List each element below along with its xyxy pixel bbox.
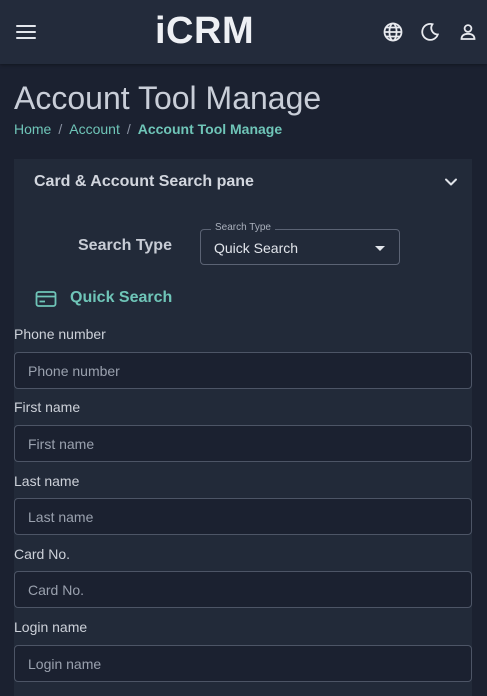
phone-number-label: Phone number: [14, 326, 106, 342]
search-type-select[interactable]: Search Type Quick Search: [200, 222, 400, 265]
breadcrumb: Home / Account / Account Tool Manage: [14, 121, 282, 137]
phone-number-input[interactable]: [14, 352, 472, 389]
breadcrumb-separator: /: [126, 121, 131, 137]
user-icon[interactable]: [456, 20, 480, 44]
quick-search-title: Quick Search: [70, 289, 173, 306]
search-type-label: Search Type: [78, 237, 172, 254]
menu-icon[interactable]: [12, 20, 40, 44]
search-panel-title: Card & Account Search pane: [34, 173, 254, 190]
card-no-input[interactable]: [14, 571, 472, 608]
first-name-input[interactable]: [14, 425, 472, 462]
card-no-label: Card No.: [14, 546, 71, 562]
card-icon: [35, 291, 57, 307]
moon-icon[interactable]: [418, 20, 442, 44]
top-app-bar: iCRM: [0, 0, 487, 64]
breadcrumb-home[interactable]: Home: [14, 121, 51, 137]
search-type-legend: Search Type: [211, 222, 275, 233]
last-name-input[interactable]: [14, 498, 472, 535]
login-name-input[interactable]: [14, 645, 472, 682]
breadcrumb-account[interactable]: Account: [69, 121, 120, 137]
dropdown-arrow-icon: [375, 246, 385, 251]
search-type-value: Quick Search: [214, 240, 299, 256]
breadcrumb-current: Account Tool Manage: [137, 121, 283, 137]
search-panel-header[interactable]: Card & Account Search pane: [14, 159, 472, 205]
page-title: Account Tool Manage: [14, 80, 322, 116]
login-name-label: Login name: [14, 619, 88, 635]
breadcrumb-separator: /: [58, 121, 63, 137]
last-name-label: Last name: [14, 473, 80, 489]
chevron-down-icon[interactable]: [442, 173, 460, 191]
first-name-label: First name: [14, 399, 81, 415]
globe-icon[interactable]: [381, 20, 405, 44]
app-logo[interactable]: iCRM: [155, 10, 254, 53]
